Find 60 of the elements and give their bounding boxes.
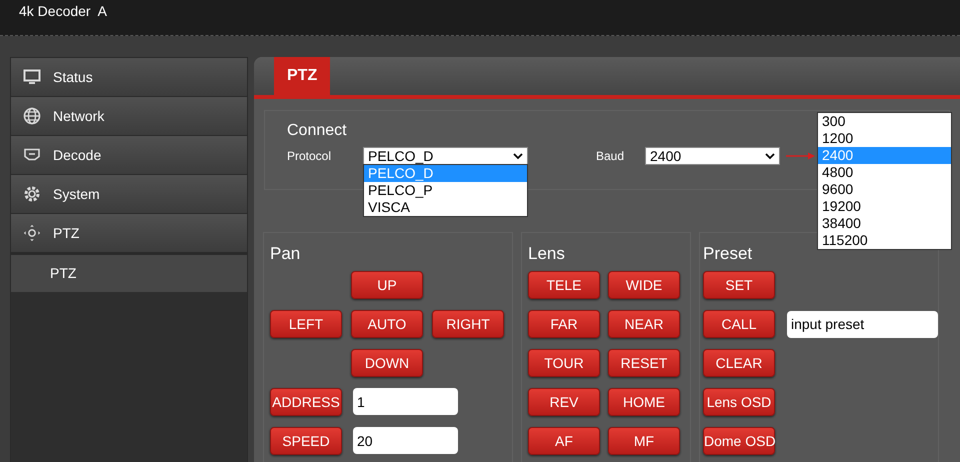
sidebar-item[interactable]: Decode: [11, 136, 247, 175]
section-title: Preset: [703, 243, 754, 265]
lens-button[interactable]: REV: [528, 388, 600, 416]
preset-button[interactable]: Dome OSD: [703, 427, 775, 455]
sidebar-item[interactable]: Status: [11, 58, 247, 97]
app-title: 4k Decoder A: [19, 2, 107, 21]
dropdown-option[interactable]: 9600: [818, 181, 951, 198]
dropdown-option[interactable]: 4800: [818, 164, 951, 181]
dropdown-option[interactable]: 115200: [818, 232, 951, 249]
gear-icon: [23, 185, 41, 203]
input-field[interactable]: 1: [353, 388, 458, 415]
globe-icon: [23, 107, 41, 125]
field-label: Protocol: [287, 148, 332, 165]
right-button[interactable]: RIGHT: [432, 310, 504, 338]
lens-button[interactable]: NEAR: [608, 310, 680, 338]
baud-select[interactable]: 2400: [645, 147, 780, 165]
field-button[interactable]: SPEED: [270, 427, 342, 455]
auto-button[interactable]: AUTO: [351, 310, 423, 338]
monitor-icon: [23, 69, 41, 85]
down-button[interactable]: DOWN: [351, 349, 423, 377]
arrow-icon: [786, 152, 816, 160]
lens-button[interactable]: RESET: [608, 349, 680, 377]
dropdown-option[interactable]: 1200: [818, 130, 951, 147]
up-button[interactable]: UP: [351, 271, 423, 299]
lens-button[interactable]: AF: [528, 427, 600, 455]
sidebar-item[interactable]: PTZ: [11, 214, 247, 253]
sidebar-item[interactable]: Network: [11, 97, 247, 136]
lens-button[interactable]: WIDE: [608, 271, 680, 299]
lens-button[interactable]: FAR: [528, 310, 600, 338]
input-field[interactable]: 20: [353, 427, 458, 454]
preset-button[interactable]: Lens OSD: [703, 388, 775, 416]
field-label: Baud: [596, 148, 626, 165]
field-button[interactable]: ADDRESS: [270, 388, 342, 416]
dropdown-option[interactable]: 2400: [818, 147, 951, 164]
section-title: Pan: [270, 243, 302, 265]
input-field[interactable]: input preset: [787, 310, 938, 338]
ptz-icon: [23, 223, 41, 243]
dropdown-option[interactable]: 38400: [818, 215, 951, 232]
preset-button[interactable]: CLEAR: [703, 349, 775, 377]
dropdown-option[interactable]: PELCO_D: [364, 165, 527, 182]
dropdown-option[interactable]: 19200: [818, 198, 951, 215]
preset-button[interactable]: SET: [703, 271, 775, 299]
dropdown-option[interactable]: 300: [818, 113, 951, 130]
section-title: Connect: [287, 122, 347, 139]
dropdown-option[interactable]: PELCO_P: [364, 182, 527, 199]
protocol-select[interactable]: PELCO_D: [363, 147, 528, 165]
lens-button[interactable]: TOUR: [528, 349, 600, 377]
lens-button[interactable]: TELE: [528, 271, 600, 299]
sidebar-subitem[interactable]: PTZ: [11, 253, 247, 292]
chevron-icon: [765, 152, 775, 160]
display-icon: [23, 148, 41, 162]
sidebar-item[interactable]: System: [11, 175, 247, 214]
lens-button[interactable]: MF: [608, 427, 680, 455]
chevron-icon: [513, 152, 523, 160]
lens-button[interactable]: HOME: [608, 388, 680, 416]
section-title: Lens: [528, 243, 566, 265]
dropdown-option[interactable]: VISCA: [364, 199, 527, 216]
tab[interactable]: PTZ: [274, 57, 330, 95]
preset-button[interactable]: CALL: [703, 310, 775, 338]
left-button[interactable]: LEFT: [270, 310, 342, 338]
